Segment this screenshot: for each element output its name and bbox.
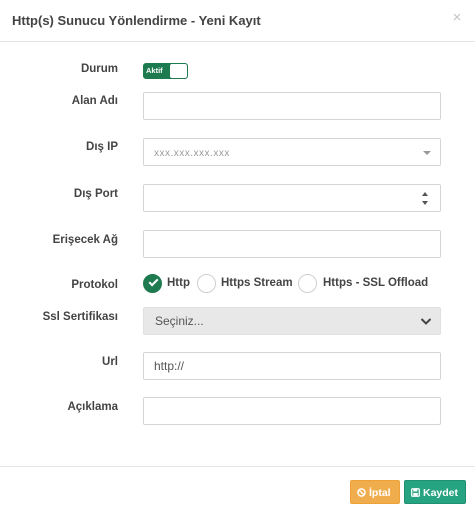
modal-dialog: Http(s) Sunucu Yönlendirme - Yeni Kayıt … (0, 0, 475, 515)
modal-header: Http(s) Sunucu Yönlendirme - Yeni Kayıt … (0, 0, 475, 42)
radio-http-label[interactable]: Http (167, 277, 190, 289)
external-port-label: Dış Port (73, 188, 118, 200)
status-toggle[interactable]: Aktif (143, 63, 188, 79)
radio-https-ssl-offload-label[interactable]: Https - SSL Offload (323, 277, 428, 289)
radio-https-stream-label[interactable]: Https Stream (221, 277, 293, 289)
description-input[interactable] (143, 397, 441, 425)
radio-http[interactable] (143, 274, 162, 293)
save-button[interactable]: Kaydet (404, 480, 466, 504)
number-spinner-icon[interactable] (422, 192, 430, 205)
toggle-knob (170, 64, 187, 78)
ssl-certificate-label: Ssl Sertifikası (42, 311, 118, 323)
close-icon[interactable]: × (449, 10, 465, 26)
external-port-input[interactable] (143, 184, 441, 212)
status-label: Durum (80, 63, 118, 75)
modal-title: Http(s) Sunucu Yönlendirme - Yeni Kayıt (12, 13, 261, 28)
check-icon (148, 276, 159, 287)
external-ip-placeholder: xxx.xxx.xxx.xxx (154, 148, 230, 159)
spinner-up-icon[interactable] (422, 192, 428, 196)
domain-label: Alan Adı (71, 95, 118, 107)
ssl-certificate-selected: Seçiniz... (155, 314, 204, 328)
protocol-label: Protokol (71, 279, 118, 291)
radio-https-ssl-offload[interactable] (298, 274, 317, 293)
save-button-label: Kaydet (423, 487, 459, 499)
status-toggle-text: Aktif (146, 66, 163, 75)
url-input[interactable]: http:// (143, 352, 441, 380)
target-network-input[interactable] (143, 230, 441, 258)
domain-input[interactable] (143, 92, 441, 120)
target-network-label: Erişecek Ağ (52, 234, 118, 246)
spinner-down-icon[interactable] (422, 201, 428, 205)
radio-https-stream[interactable] (197, 274, 216, 293)
chevron-down-icon (420, 318, 432, 325)
ssl-certificate-select[interactable]: Seçiniz... (143, 307, 441, 335)
cancel-button[interactable]: İptal (350, 480, 400, 504)
external-ip-label: Dış IP (86, 141, 118, 153)
external-ip-select[interactable]: xxx.xxx.xxx.xxx (143, 138, 441, 166)
url-label: Url (102, 356, 118, 368)
caret-down-icon (423, 151, 431, 155)
description-label: Açıklama (67, 401, 118, 413)
floppy-disk-icon (411, 488, 420, 497)
protocol-radio-group: Http Https Stream Https - SSL Offload (143, 274, 443, 294)
ban-icon (357, 488, 366, 497)
cancel-button-label: İptal (369, 487, 391, 499)
